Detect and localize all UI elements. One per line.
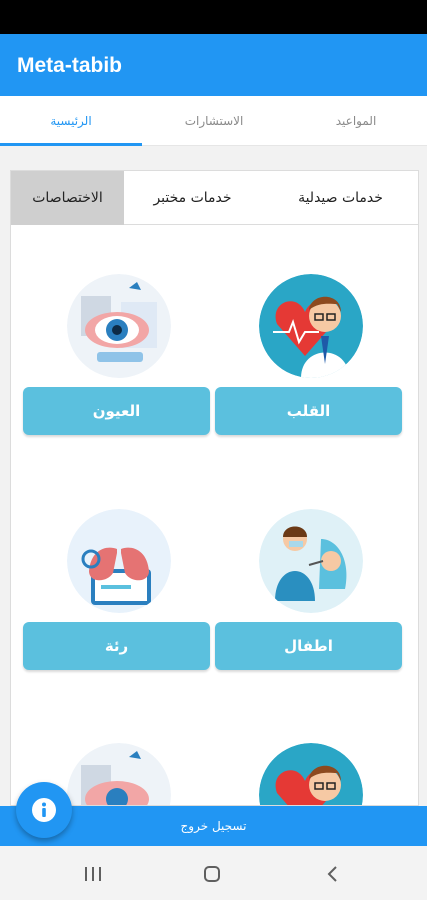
recents-icon[interactable]	[73, 860, 113, 888]
specialty-eyes-button[interactable]: العيون	[23, 387, 210, 435]
status-bar	[0, 0, 427, 34]
eye-exam-illustration	[67, 274, 171, 378]
specialties-panel: خدمات صيدلية خدمات مختبر الاختصاصات القل…	[10, 170, 419, 806]
info-icon	[32, 798, 56, 822]
heart-doctor-illustration	[259, 743, 363, 805]
lungs-illustration	[67, 509, 171, 613]
app-title: Meta-tabib	[17, 54, 122, 77]
segment-pharmacy[interactable]: خدمات صيدلية	[261, 171, 418, 225]
tab-home[interactable]: الرئيسية	[0, 96, 142, 146]
back-icon[interactable]	[312, 860, 352, 888]
specialty-children-button[interactable]: اطفال	[215, 622, 402, 670]
heart-doctor-illustration	[259, 274, 363, 378]
specialty-heart-button[interactable]: القلب	[215, 387, 402, 435]
segment-lab[interactable]: خدمات مختبر	[124, 171, 261, 225]
home-icon[interactable]	[192, 860, 232, 888]
app-bar: Meta-tabib	[0, 34, 427, 96]
segment-specialties[interactable]: الاختصاصات	[11, 171, 124, 225]
pediatric-dentist-illustration	[259, 509, 363, 613]
info-fab-button[interactable]	[16, 782, 72, 838]
specialty-lungs-button[interactable]: رئة	[23, 622, 210, 670]
tab-consultations[interactable]: الاستشارات	[143, 96, 285, 146]
main-content: خدمات صيدلية خدمات مختبر الاختصاصات القل…	[0, 146, 427, 806]
tab-bar: المواعيد الاستشارات الرئيسية	[0, 96, 427, 146]
eye-exam-illustration	[67, 743, 171, 805]
system-navigation-bar	[0, 846, 427, 900]
segment-control: خدمات صيدلية خدمات مختبر الاختصاصات	[11, 171, 418, 225]
tab-appointments[interactable]: المواعيد	[285, 96, 427, 146]
